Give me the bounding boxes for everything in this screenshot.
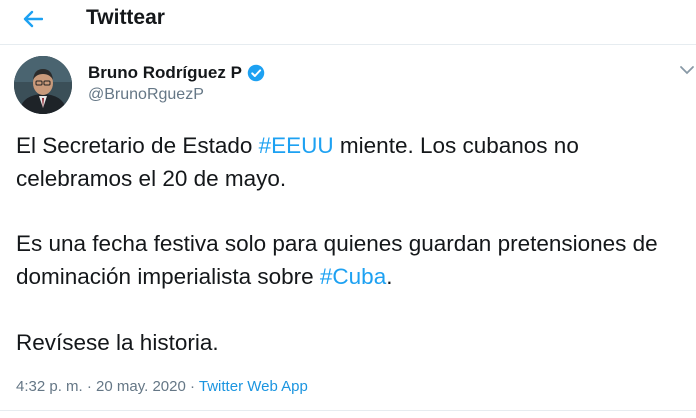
top-bar: Twittear — [0, 0, 696, 45]
verified-badge-icon — [247, 64, 265, 82]
tweet-text: El Secretario de Estado #EEUU miente. Lo… — [16, 129, 692, 359]
tweet-date[interactable]: 20 may. 2020 — [96, 378, 186, 395]
tweet-paragraph: El Secretario de Estado #EEUU miente. Lo… — [16, 129, 692, 195]
hashtag-link[interactable]: #EEUU — [259, 133, 334, 158]
tweet-time[interactable]: 4:32 p. m. — [16, 378, 83, 395]
text-run: El Secretario de Estado — [16, 133, 259, 158]
chevron-down-icon[interactable] — [679, 63, 695, 77]
tweet-paragraph: Es una fecha festiva solo para quienes g… — [16, 227, 692, 293]
divider — [0, 410, 696, 411]
meta-separator: · — [82, 378, 97, 395]
tweet-paragraph: Revísese la historia. — [16, 330, 219, 355]
author-name-row[interactable]: Bruno Rodríguez P — [88, 63, 265, 83]
text-run: . — [386, 264, 393, 289]
hashtag-link[interactable]: #Cuba — [320, 264, 386, 289]
arrow-left-icon — [23, 10, 43, 28]
tweet-metadata: 4:32 p. m. · 20 may. 2020 · Twitter Web … — [16, 378, 308, 395]
back-button[interactable] — [14, 4, 52, 34]
author-name[interactable]: Bruno Rodríguez P — [88, 63, 242, 83]
tweet-card: Bruno Rodríguez P @BrunoRguezP El Secret… — [0, 45, 696, 418]
source-app-link[interactable]: Twitter Web App — [199, 378, 308, 395]
avatar[interactable] — [14, 56, 72, 114]
page-title: Twittear — [86, 6, 165, 29]
author-handle[interactable]: @BrunoRguezP — [88, 86, 204, 104]
meta-separator: · — [185, 378, 199, 395]
